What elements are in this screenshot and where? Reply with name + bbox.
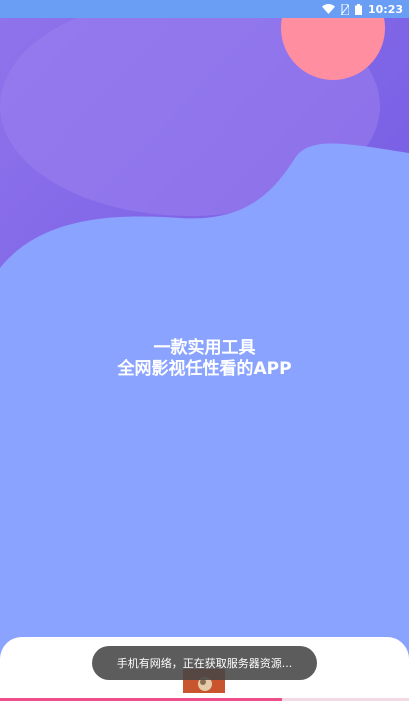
status-time: 10:23 (367, 2, 403, 16)
toast-message: 手机有网络，正在获取服务器资源... (116, 657, 293, 670)
wifi-icon (321, 4, 335, 14)
loading-progress-bar (0, 698, 409, 701)
network-toast: 手机有网络，正在获取服务器资源... (92, 646, 317, 680)
headline-line-2: 全网影视任性看的APP (117, 359, 292, 379)
loading-progress-fill (0, 698, 283, 701)
no-sim-icon (340, 3, 349, 15)
headline-line-1: 一款实用工具 (153, 338, 256, 358)
status-bar: 10:23 (0, 0, 409, 18)
battery-icon (354, 3, 362, 15)
splash-headline: 一款实用工具 全网影视任性看的APP (0, 338, 409, 380)
splash-illustration (0, 18, 409, 638)
